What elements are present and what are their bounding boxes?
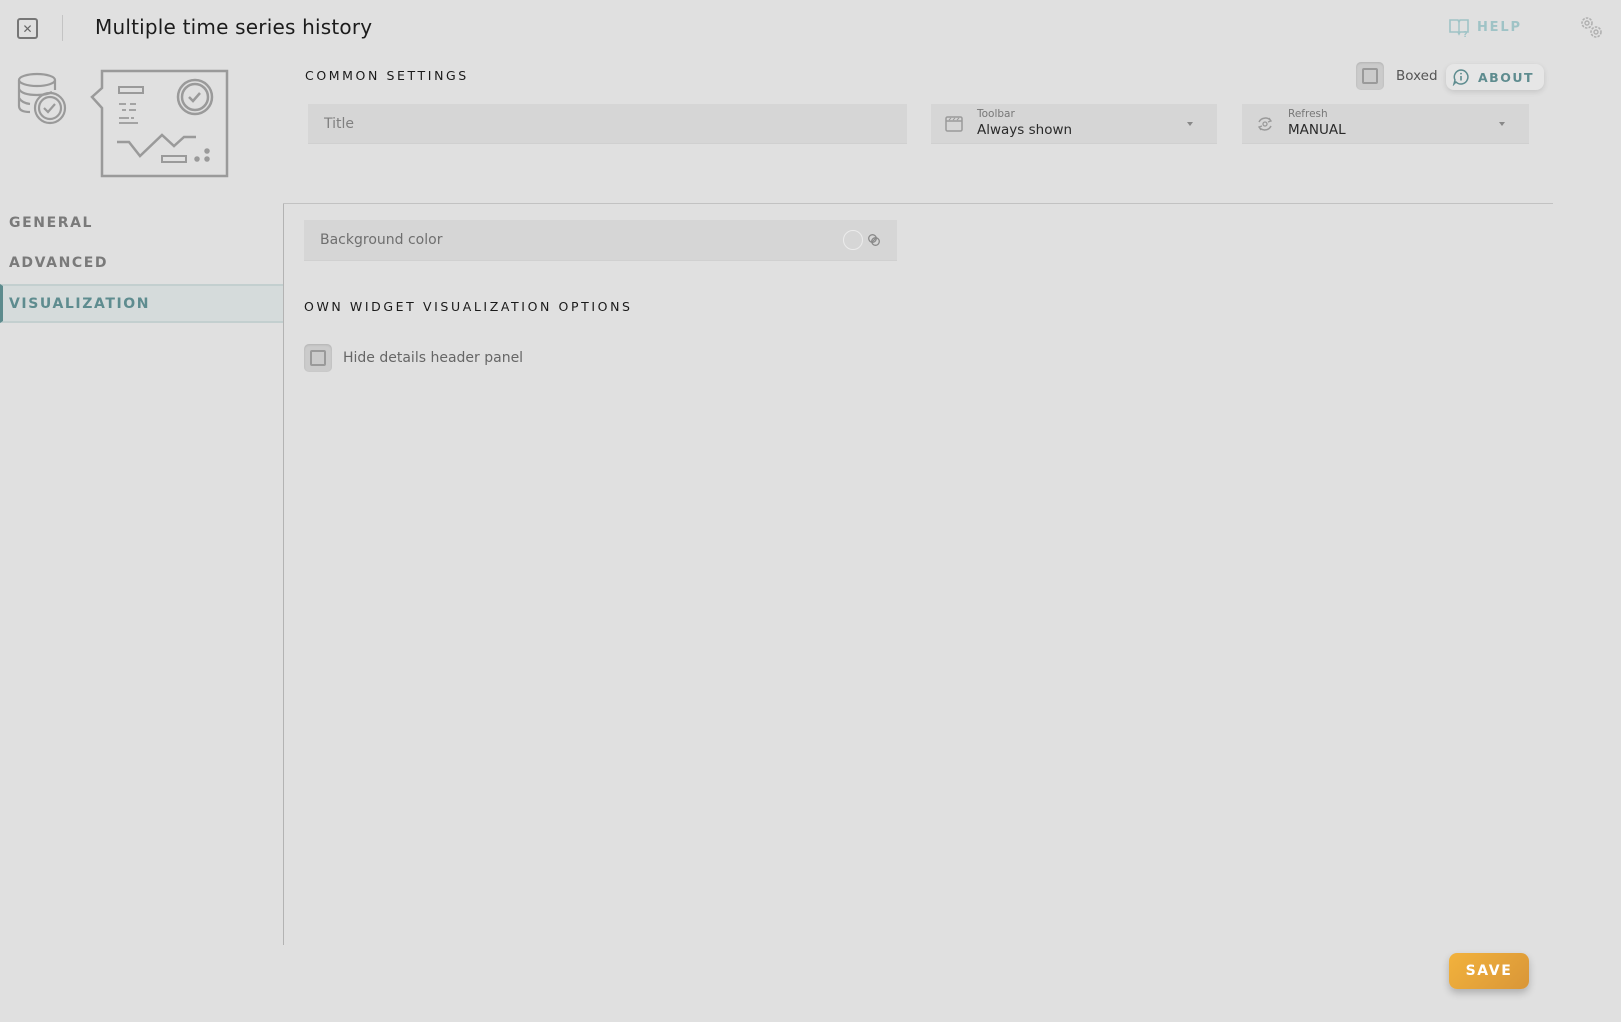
widget-type-icon [17, 69, 229, 178]
save-label: SAVE [1465, 963, 1513, 979]
common-settings-title: COMMON SETTINGS [305, 68, 469, 83]
svg-text:?: ? [1463, 30, 1469, 37]
toolbar-label: Toolbar [977, 108, 1015, 120]
header-divider [62, 15, 63, 41]
info-bubble-icon [1452, 69, 1469, 86]
refresh-label: Refresh [1288, 108, 1328, 120]
about-label: ABOUT [1478, 69, 1535, 85]
page-title: Multiple time series history [95, 15, 373, 39]
boxed-checkbox-group[interactable]: Boxed [1356, 62, 1438, 90]
refresh-cycle-icon [1257, 116, 1273, 131]
help-label: HELP [1477, 19, 1522, 35]
content-panel-border-top [283, 203, 1553, 204]
toolbar-select[interactable]: Toolbar Always shown [931, 104, 1217, 144]
save-button[interactable]: SAVE [1449, 953, 1529, 989]
own-widget-options-title: OWN WIDGET VISUALIZATION OPTIONS [304, 299, 633, 314]
close-button[interactable]: ✕ [17, 18, 38, 39]
sidebar-item-advanced[interactable]: ADVANCED [0, 244, 283, 282]
boxed-label: Boxed [1396, 68, 1438, 84]
chevron-down-icon [1499, 121, 1505, 126]
book-question-icon: ? [1449, 19, 1469, 37]
window-toolbar-icon [945, 115, 963, 132]
link-icon[interactable] [867, 233, 881, 247]
title-input[interactable] [308, 104, 907, 143]
refresh-select[interactable]: Refresh MANUAL [1242, 104, 1529, 144]
help-button[interactable]: ? HELP [1448, 17, 1522, 37]
chevron-down-icon [1187, 121, 1193, 126]
sidebar-item-general[interactable]: GENERAL [0, 204, 283, 242]
hide-details-header-checkbox[interactable] [304, 344, 332, 372]
boxed-checkbox[interactable] [1356, 62, 1384, 90]
about-button[interactable]: ABOUT [1446, 64, 1545, 90]
toolbar-value: Always shown [977, 122, 1073, 138]
background-color-label: Background color [320, 232, 443, 248]
hide-details-header-option[interactable]: Hide details header panel [304, 344, 523, 372]
close-icon: ✕ [22, 21, 33, 36]
color-swatch[interactable] [843, 230, 863, 250]
hide-details-header-label: Hide details header panel [343, 350, 524, 366]
content-panel-border [283, 203, 284, 945]
sidebar-item-label: VISUALIZATION [9, 295, 151, 312]
chart-panel-icon [90, 69, 229, 178]
title-field[interactable] [308, 104, 907, 144]
sidebar-item-label: ADVANCED [9, 255, 109, 271]
sidebar-item-label: GENERAL [9, 215, 94, 231]
background-color-field[interactable]: Background color [304, 220, 897, 261]
database-clock-icon [17, 72, 67, 125]
refresh-value: MANUAL [1288, 122, 1346, 138]
gears-icon[interactable] [1577, 13, 1607, 43]
sidebar-item-visualization[interactable]: VISUALIZATION [0, 284, 283, 323]
